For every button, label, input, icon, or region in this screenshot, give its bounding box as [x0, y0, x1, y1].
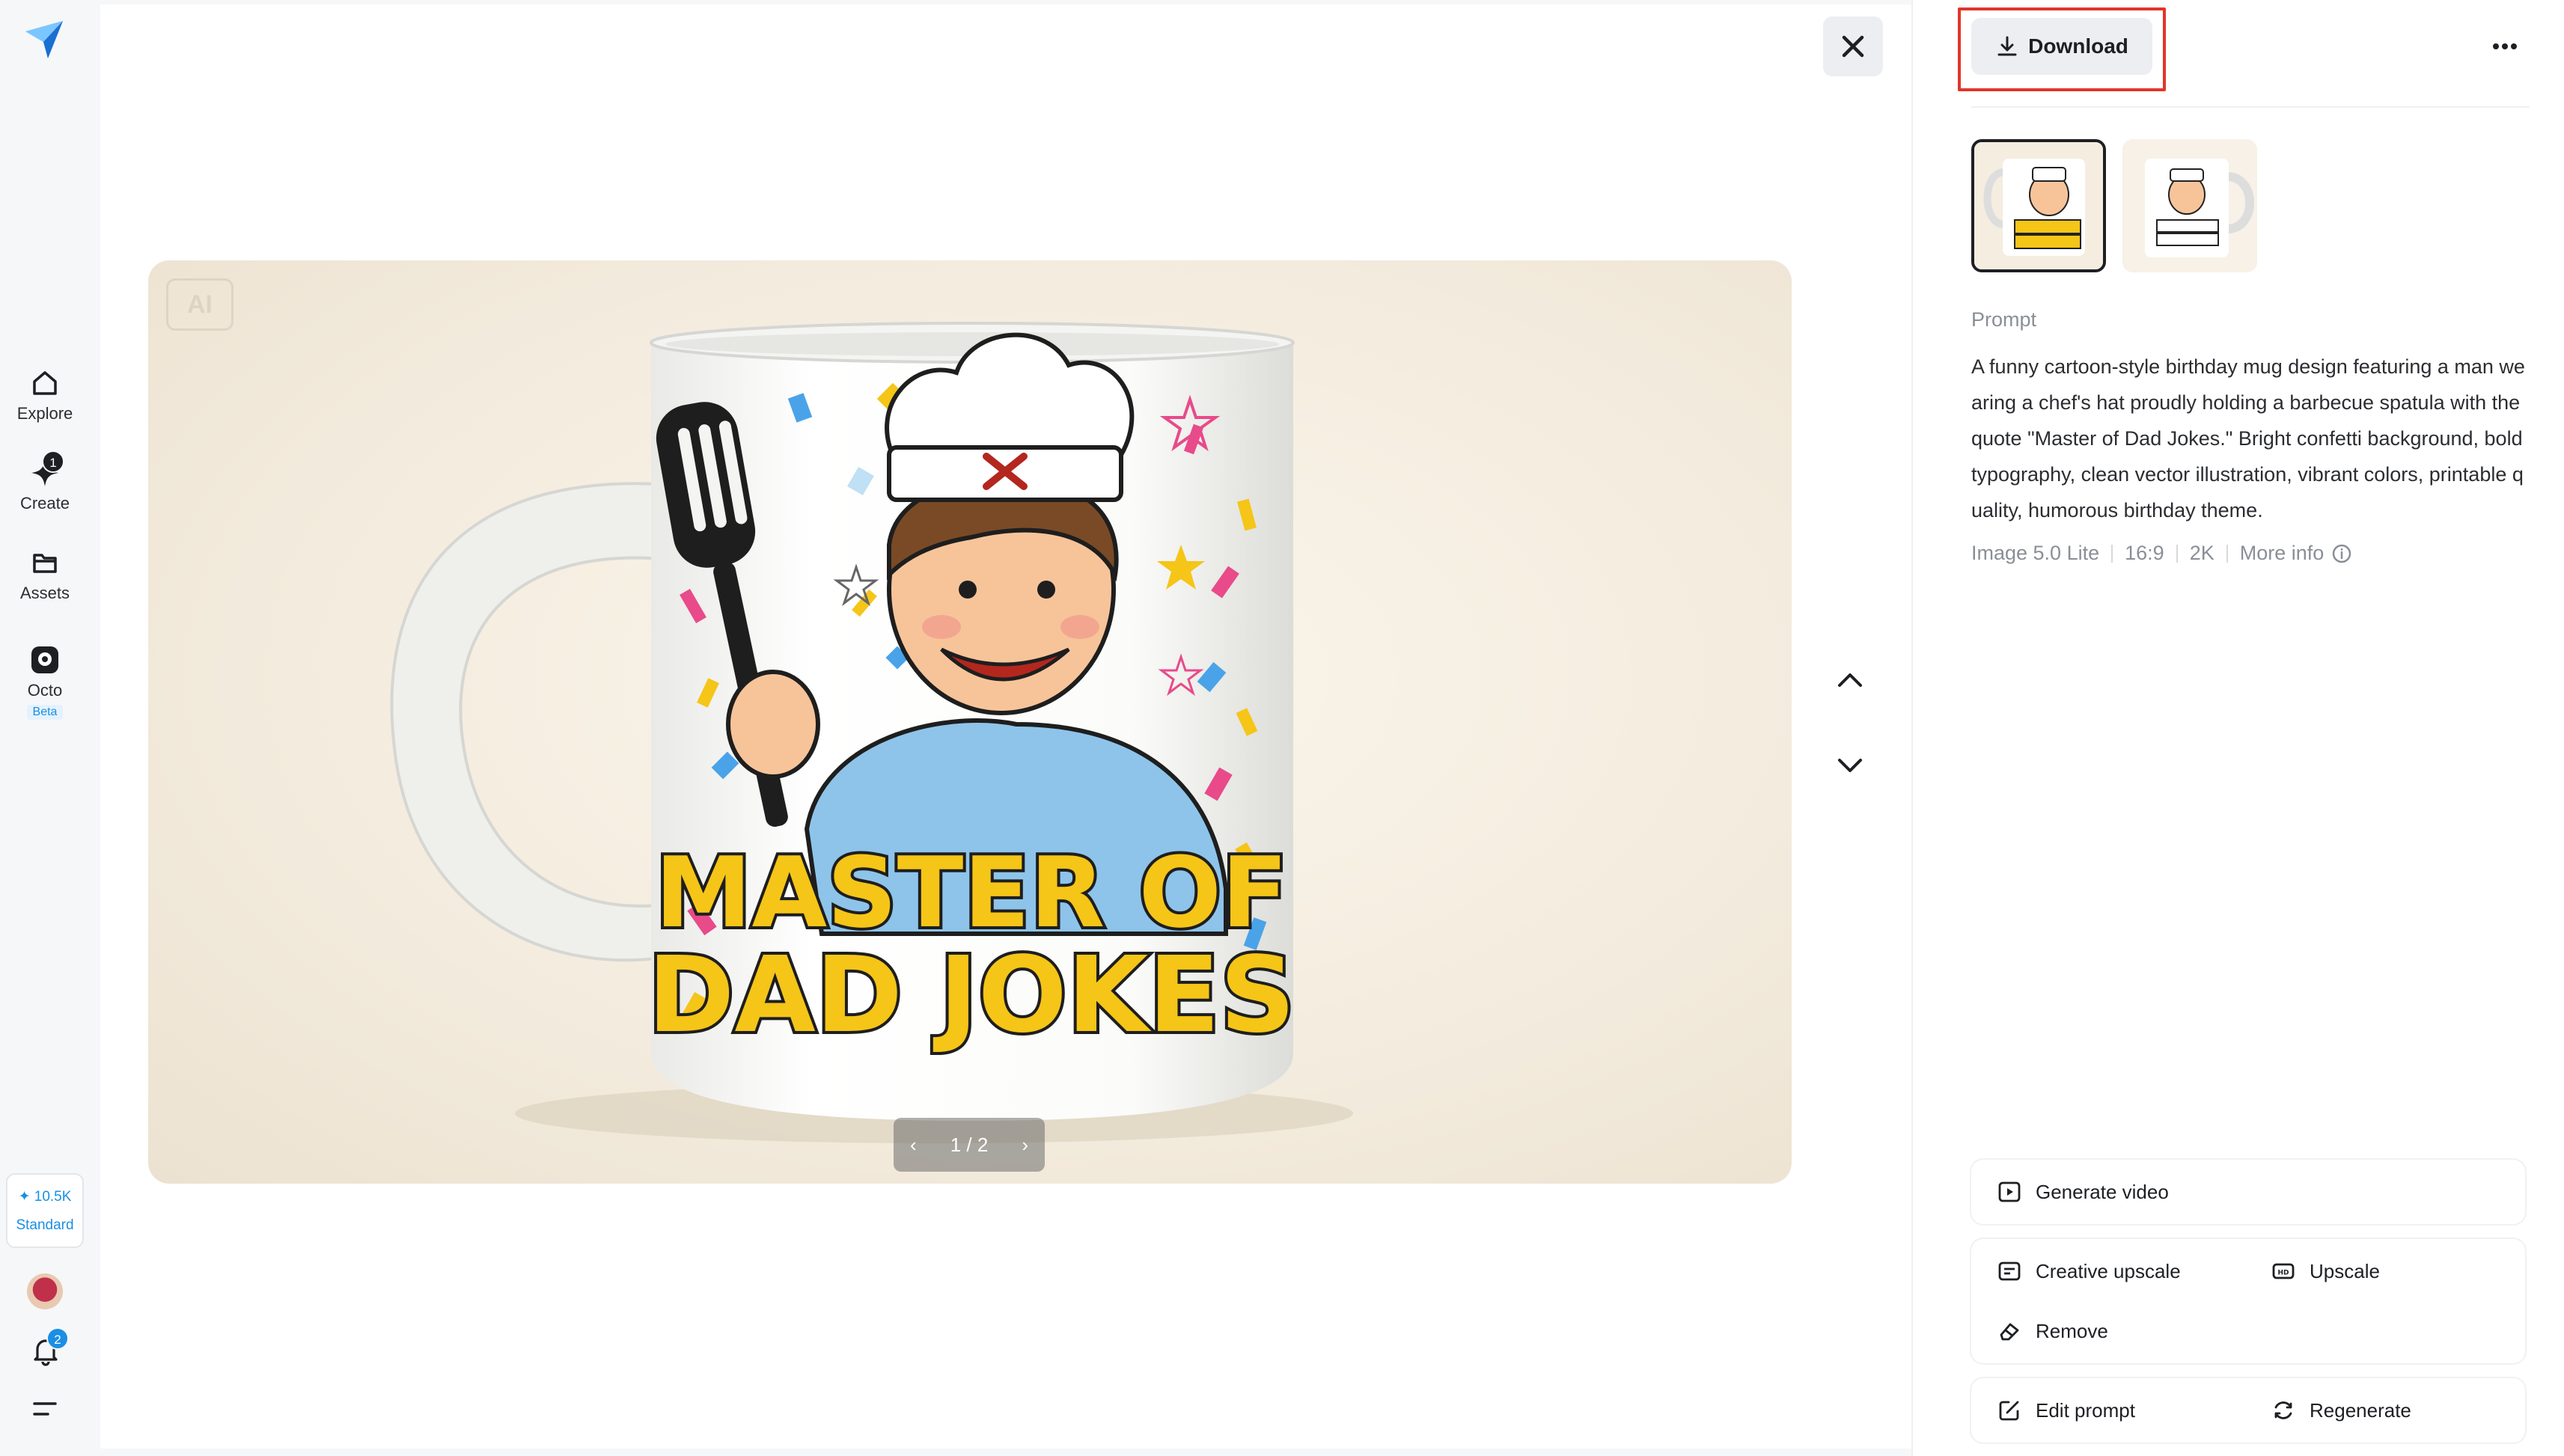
nav-explore-label: Explore: [16, 404, 73, 423]
generated-image[interactable]: AI MASTER OF DAD JOKES ‹ 1 / 2 ›: [148, 260, 1792, 1184]
upscale-button[interactable]: HD Upscale: [2271, 1258, 2380, 1284]
regenerate-button[interactable]: Regenerate: [2271, 1398, 2411, 1423]
meta-model: Image 5.0 Lite: [1971, 542, 2100, 564]
eraser-icon: [2000, 1323, 2019, 1341]
create-badge: 1: [42, 450, 64, 473]
image-viewer: AI MASTER OF DAD JOKES ‹ 1 / 2 ›: [100, 4, 1911, 1449]
creative-upscale-button[interactable]: Creative upscale: [1997, 1258, 2181, 1284]
nav-explore[interactable]: Explore: [0, 367, 90, 423]
mug-text-line1: MASTER OF: [655, 836, 1288, 949]
meta-separator: [2176, 544, 2178, 563]
nav-assets[interactable]: Assets: [0, 546, 90, 603]
edit-prompt-label: Edit prompt: [2036, 1398, 2135, 1422]
octo-icon: [28, 643, 61, 676]
chevron-down-icon: [1838, 759, 1862, 772]
meta-resolution: 2K: [2189, 542, 2214, 564]
beta-tag: Beta: [26, 705, 64, 720]
download-label: Download: [2028, 34, 2128, 58]
edit-prompt-icon: [1999, 1401, 2019, 1421]
nav-create[interactable]: 1 Create: [0, 450, 90, 513]
pager-next-icon[interactable]: ›: [1022, 1134, 1028, 1157]
creative-upscale-label: Creative upscale: [2036, 1259, 2181, 1282]
notifications-bell-icon[interactable]: 2: [28, 1327, 69, 1368]
refresh-icon: [2274, 1401, 2292, 1419]
info-icon: [2333, 544, 2351, 563]
edit-card: Edit prompt Regenerate: [1971, 1378, 2525, 1443]
pager-text: 1 / 2: [950, 1133, 989, 1156]
thumbnail-1[interactable]: [1971, 139, 2106, 272]
image-meta: Image 5.0 Lite 16:9 2K More info: [1971, 542, 2352, 565]
plan-label: Standard: [16, 1217, 74, 1233]
left-sidebar: Explore 1 Create Assets Octo Beta ✦ 10.5…: [0, 0, 90, 1456]
thumbnail-1-image: [1974, 142, 2103, 269]
remove-label: Remove: [2036, 1319, 2108, 1342]
pager-prev-icon[interactable]: ‹: [910, 1134, 917, 1157]
mug-illustration: MASTER OF DAD JOKES: [390, 322, 1353, 1143]
creative-upscale-icon: [1998, 1261, 2021, 1281]
meta-separator: [2111, 544, 2113, 563]
close-icon: [1842, 35, 1864, 58]
svg-text:HD: HD: [2277, 1270, 2289, 1277]
more-info-link[interactable]: More info: [2240, 542, 2353, 565]
previous-image-button[interactable]: [1828, 658, 1872, 703]
thumbnail-2[interactable]: [2122, 139, 2257, 272]
more-options-button[interactable]: [2479, 22, 2531, 70]
download-icon: [1997, 36, 2017, 56]
home-icon: [28, 367, 61, 400]
upscale-label: Upscale: [2310, 1259, 2380, 1282]
nav-assets-label: Assets: [19, 584, 70, 602]
nav-create-label: Create: [19, 494, 70, 513]
enhance-card: Creative upscale HD Upscale Remove: [1971, 1239, 2525, 1363]
more-horizontal-icon: [2493, 43, 2517, 49]
next-image-button[interactable]: [1828, 742, 1872, 787]
remove-button[interactable]: Remove: [1997, 1318, 2108, 1344]
nav-octo-label: Octo: [27, 681, 63, 700]
details-panel: Download Prompt A funny cartoon-style bi…: [1911, 0, 2564, 1456]
meta-separator: [2226, 544, 2228, 563]
close-button[interactable]: [1823, 16, 1883, 76]
sparkle-icon: 1: [28, 450, 64, 489]
prompt-text: A funny cartoon-style birthday mug desig…: [1971, 355, 2525, 521]
play-icon: [1998, 1181, 2021, 1202]
regenerate-label: Regenerate: [2310, 1398, 2411, 1422]
generate-video-button[interactable]: Generate video: [1997, 1179, 2169, 1205]
folder-icon: [28, 546, 61, 579]
more-info-label: More info: [2239, 542, 2325, 564]
edit-prompt-button[interactable]: Edit prompt: [1997, 1398, 2135, 1423]
credits-badge[interactable]: ✦ 10.5K Standard: [6, 1173, 84, 1248]
meta-ratio: 16:9: [2125, 542, 2164, 564]
generate-video-label: Generate video: [2036, 1180, 2169, 1203]
hd-icon: HD: [2272, 1263, 2295, 1279]
image-pager: ‹ 1 / 2 ›: [894, 1118, 1045, 1172]
notifications-count: 2: [46, 1327, 69, 1350]
download-button[interactable]: Download: [1971, 18, 2152, 75]
nav-octo[interactable]: Octo Beta: [0, 643, 90, 720]
ai-watermark: AI: [166, 278, 233, 331]
chevron-up-icon: [1838, 673, 1862, 687]
thumbnail-2-image: [2122, 139, 2257, 272]
credits-amount: ✦ 10.5K: [18, 1189, 72, 1205]
avatar[interactable]: [27, 1273, 63, 1309]
divider: [1971, 106, 2530, 108]
generate-video-card: Generate video: [1971, 1160, 2525, 1224]
app-logo-icon[interactable]: [22, 16, 67, 61]
prompt-label: Prompt: [1971, 308, 2037, 331]
menu-toggle-icon[interactable]: [31, 1398, 58, 1420]
mug-text-line2: DAD JOKES: [647, 935, 1295, 1056]
